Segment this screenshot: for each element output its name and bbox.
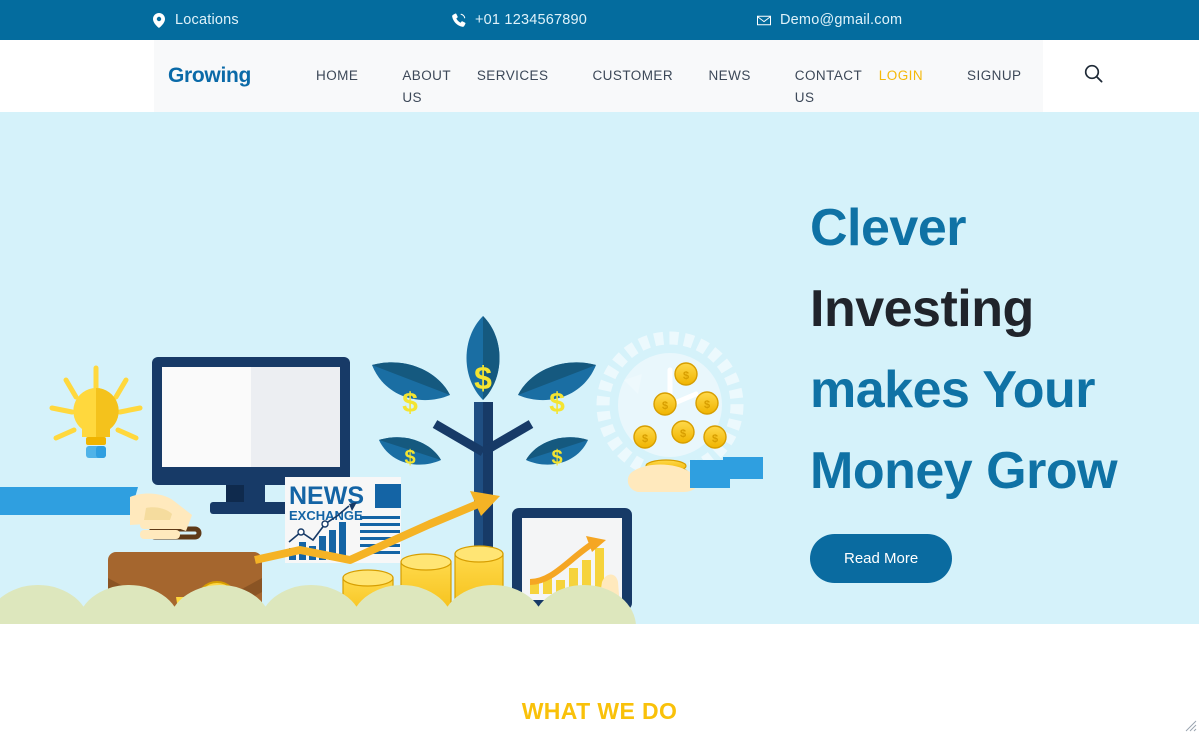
lightbulb-icon	[73, 388, 119, 458]
svg-text:$: $	[712, 433, 718, 445]
scallop-hills	[0, 585, 636, 624]
topbar-locations-label: Locations	[175, 12, 239, 28]
hero-section: $ NEWS EXCHANGE	[0, 112, 1199, 624]
topbar-email[interactable]: Demo@gmail.com	[757, 12, 1057, 28]
envelope-icon	[757, 13, 771, 27]
nav-item-services[interactable]: SERVICES	[477, 65, 549, 87]
hero-copy: Clever Investing makes Your Money Grow R…	[810, 188, 1180, 583]
nav-item-news[interactable]: NEWS	[708, 65, 750, 87]
read-more-button[interactable]: Read More	[810, 534, 953, 583]
what-we-do-title: WHAT WE DO	[521, 698, 678, 724]
clock-coins-graphic: $ $ $ $ $ $	[596, 331, 763, 492]
primary-menu: HOME ABOUT US SERVICES CUSTOMER NEWS CON…	[316, 40, 1066, 109]
nav-item-contact-us[interactable]: CONTACT US	[795, 65, 862, 109]
nav-link-login[interactable]: LOGIN	[879, 65, 923, 87]
svg-text:$: $	[683, 370, 689, 382]
svg-text:$: $	[680, 428, 686, 440]
nav-item-about-us[interactable]: ABOUT US	[402, 65, 451, 109]
hero-heading-line-1: Clever	[810, 199, 967, 257]
hero-illustration: $ NEWS EXCHANGE	[0, 316, 763, 624]
svg-text:$: $	[402, 387, 418, 418]
svg-text:$: $	[474, 360, 492, 396]
location-pin-icon	[152, 12, 166, 28]
blue-banner-stripe	[0, 487, 138, 515]
svg-text:$: $	[549, 387, 565, 418]
topbar-phone-label: +01 1234567890	[475, 12, 588, 28]
phone-icon	[452, 13, 466, 27]
nav-item-signup[interactable]: SIGNUP	[967, 65, 1021, 87]
svg-text:$: $	[551, 447, 562, 469]
topbar-locations[interactable]: Locations	[152, 12, 452, 28]
hero-heading-line-2: Investing	[810, 280, 1034, 338]
hero-heading: Clever Investing makes Your Money Grow	[810, 188, 1180, 512]
nav-item-customer[interactable]: CUSTOMER	[592, 65, 672, 87]
svg-text:$: $	[662, 400, 668, 412]
top-contact-bar-inner: Locations +01 1234567890 Demo@gmail.com	[0, 12, 1199, 28]
site-logo[interactable]: Growing	[154, 40, 316, 88]
nav-link-home[interactable]: HOME	[316, 65, 358, 87]
top-contact-bar: Locations +01 1234567890 Demo@gmail.com	[0, 0, 1199, 40]
nav-link-services[interactable]: SERVICES	[477, 65, 549, 87]
nav-item-login[interactable]: LOGIN	[879, 65, 923, 87]
topbar-email-label: Demo@gmail.com	[780, 12, 903, 28]
search-icon[interactable]	[1084, 40, 1103, 83]
hero-heading-line-4: Money Grow	[810, 442, 1118, 500]
window-resize-handle[interactable]	[1181, 716, 1197, 732]
nav-link-about-us[interactable]: ABOUT US	[402, 65, 451, 109]
main-navbar: Growing HOME ABOUT US SERVICES CUSTOMER …	[154, 40, 1103, 112]
header-nav-wrapper: Growing HOME ABOUT US SERVICES CUSTOMER …	[0, 40, 1199, 112]
hero-heading-line-3: makes Your	[810, 361, 1096, 419]
open-hand-icon	[627, 457, 763, 492]
svg-text:$: $	[642, 433, 648, 445]
nav-link-signup[interactable]: SIGNUP	[967, 65, 1021, 87]
nav-link-news[interactable]: NEWS	[708, 65, 750, 87]
svg-text:$: $	[704, 399, 710, 411]
nav-link-contact-us[interactable]: CONTACT US	[795, 65, 862, 109]
topbar-phone[interactable]: +01 1234567890	[452, 12, 757, 28]
svg-text:$: $	[404, 447, 415, 469]
nav-link-customer[interactable]: CUSTOMER	[592, 65, 672, 87]
nav-item-home[interactable]: HOME	[316, 65, 358, 87]
what-we-do-section: WHAT WE DO	[0, 624, 1199, 734]
